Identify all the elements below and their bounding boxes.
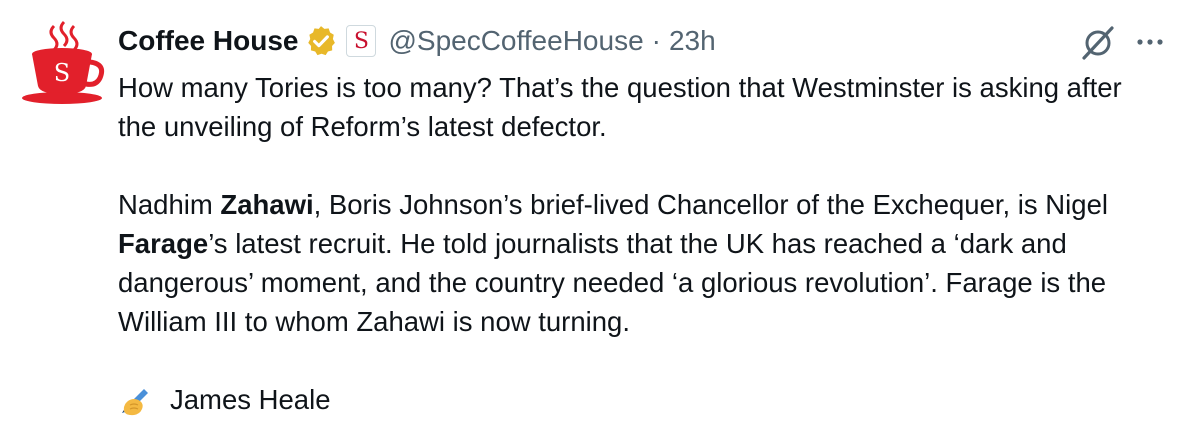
tweet-actions	[1078, 22, 1166, 62]
paragraph-2-text-3: ’s latest recruit. He told journalists t…	[118, 228, 1107, 337]
tweet-paragraph-1: How many Tories is too many? That’s the …	[118, 72, 1122, 142]
bold-name-farage: Farage	[118, 228, 209, 259]
paragraph-2-text-1: Nadhim	[118, 189, 221, 220]
grok-icon[interactable]	[1078, 22, 1118, 62]
paragraph-2-text-2: , Boris Johnson’s brief-lived Chancellor…	[313, 189, 1108, 220]
more-options-icon[interactable]	[1134, 22, 1166, 62]
separator-dot: ·	[651, 25, 661, 56]
svg-text:S: S	[54, 59, 70, 87]
gold-verified-badge-icon[interactable]	[304, 24, 338, 58]
bold-name-zahawi: Zahawi	[220, 189, 314, 220]
writing-hand-icon	[118, 383, 152, 417]
byline-name: James Heale	[170, 384, 331, 415]
display-name[interactable]: Coffee House	[118, 25, 298, 57]
byline: James Heale	[118, 380, 1158, 419]
tweet-paragraph-2: Nadhim Zahawi, Boris Johnson’s brief-liv…	[118, 185, 1158, 341]
user-handle[interactable]: @SpecCoffeeHouse	[388, 25, 643, 57]
tweet-header: Coffee House S @SpecCoffeeHouse · 23h	[118, 22, 716, 60]
affiliate-badge[interactable]: S	[346, 25, 377, 57]
avatar[interactable]: S	[16, 18, 108, 110]
timestamp[interactable]: 23h	[669, 25, 716, 57]
tweet-text: How many Tories is too many? That’s the …	[118, 68, 1158, 419]
tweet[interactable]: S Coffee House S @SpecCoffeeHouse · 23h	[0, 0, 1188, 448]
red-coffee-cup-icon: S	[22, 20, 105, 104]
